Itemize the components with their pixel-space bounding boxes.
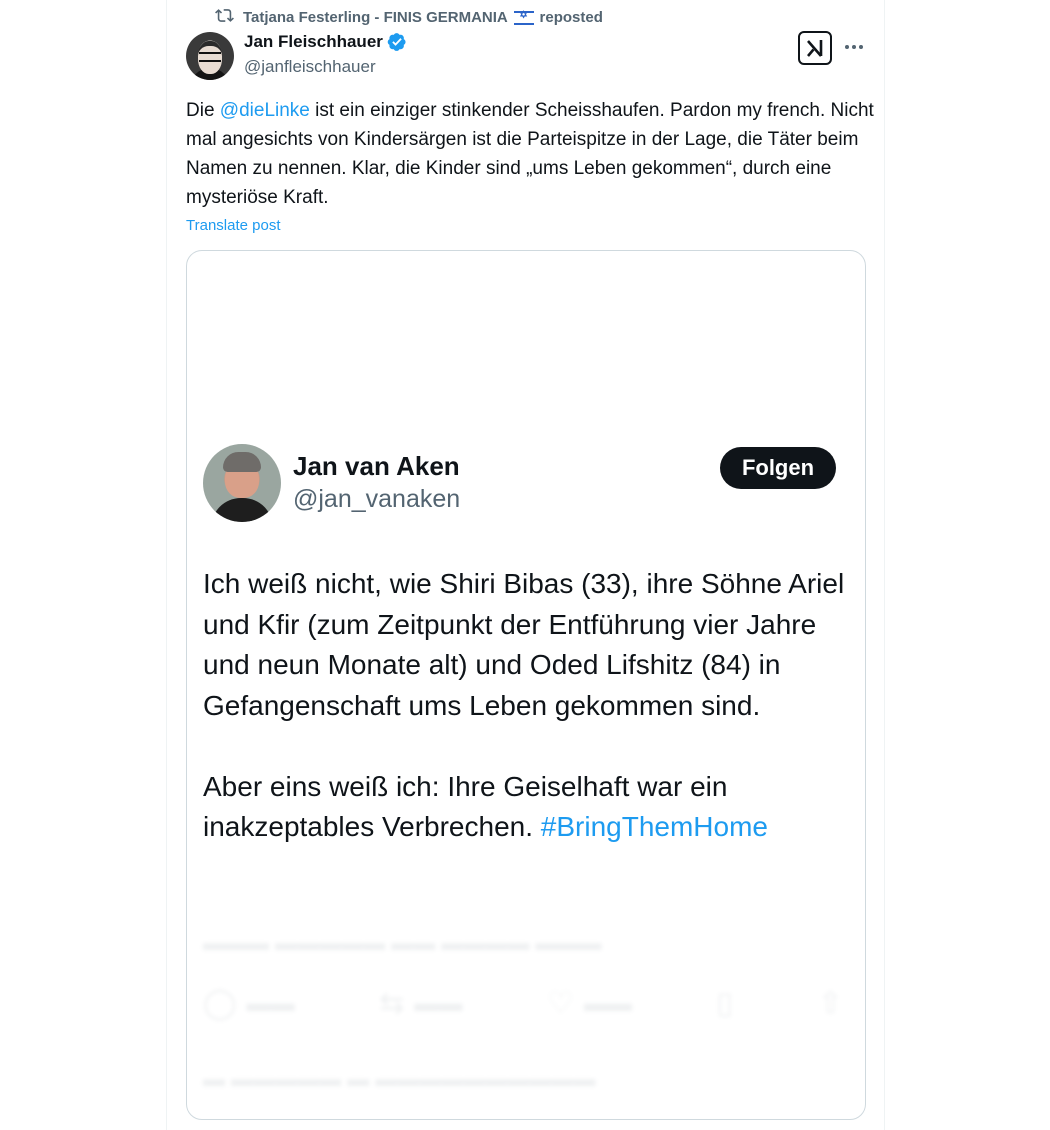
share-icon: ⇧ [817,987,843,1020]
author-name-row[interactable]: Jan Fleischhauer [244,32,407,52]
embedded-screenshot-image[interactable]: Jan van Aken @jan_vanaken Folgen Ich wei… [186,250,866,1120]
author-avatar[interactable] [186,32,234,80]
embedded-post-text: Ich weiß nicht, wie Shiri Bibas (33), ih… [203,564,853,848]
faded-meta-line: ▬▬▬ ▬▬▬▬▬ ▬▬ ▬▬▬▬ ▬▬▬ [203,930,602,955]
faded-footer-line: ▬ ▬▬▬▬▬ ▬ ▬▬▬▬▬▬▬▬▬▬ [203,1066,596,1091]
verified-badge-icon [387,33,406,51]
embedded-paragraph-2: Aber eins weiß ich: Ihre Geiselhaft war … [203,770,768,843]
israel-flag-icon [514,10,535,25]
embedded-hashtag: #BringThemHome [540,811,768,842]
like-icon: ♡ ▬▬ [547,987,632,1020]
repost-user[interactable]: Tatjana Festerling - FINIS GERMANIA [243,9,507,26]
faded-action-bar: ◯ ▬▬ ⇆ ▬▬ ♡ ▬▬ ▯ ⇧ [203,986,843,1021]
embedded-paragraph-1: Ich weiß nicht, wie Shiri Bibas (33), ih… [203,568,845,721]
author-handle[interactable]: @janfleischhauer [244,57,376,77]
embedded-follow-button: Folgen [720,447,836,489]
embedded-author-name: Jan van Aken [293,451,460,481]
embedded-avatar [203,444,281,522]
post-text: Die @dieLinke ist ein einziger stinkende… [186,100,874,208]
grok-icon [807,40,823,57]
repost-icon [215,6,234,29]
repost-header[interactable]: Tatjana Festerling - FINIS GERMANIA repo… [215,7,603,27]
faded-action-area: ▬▬▬ ▬▬▬▬▬ ▬▬ ▬▬▬▬ ▬▬▬ ◯ ▬▬ ⇆ ▬▬ ♡ ▬▬ ▯ ⇧ ▬ … [187,916,865,1119]
reply-icon: ◯ ▬▬ [203,987,295,1020]
grok-button[interactable] [798,31,832,65]
translate-post-link[interactable]: Translate post [186,217,281,234]
embedded-author-handle: @jan_vanaken [293,485,461,513]
mention-link[interactable]: @dieLinke [220,100,310,121]
repost-suffix: reposted [539,8,603,26]
author-name[interactable]: Jan Fleischhauer [244,32,383,52]
bookmark-icon: ▯ [716,987,734,1020]
more-options-icon[interactable] [843,36,865,58]
repost-count-icon: ⇆ ▬▬ [379,987,463,1020]
